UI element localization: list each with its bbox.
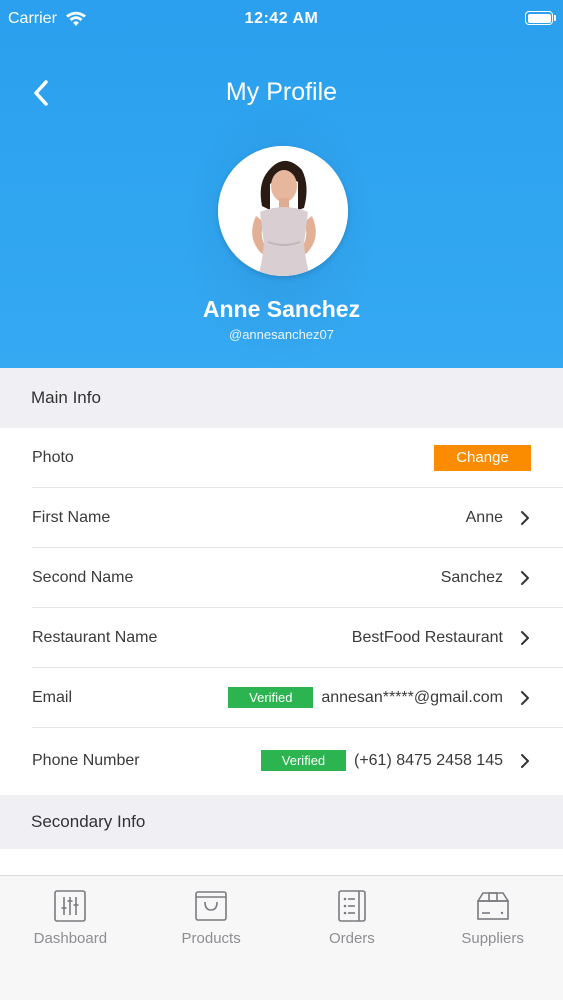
profile-name: Anne Sanchez [202, 296, 361, 322]
chevron-right-icon [521, 753, 529, 768]
tab-label: Products [181, 930, 241, 947]
row-first-name[interactable]: First Name Anne [32, 488, 563, 548]
row-value: Sanchez [440, 568, 503, 586]
tab-label: Suppliers [461, 930, 524, 947]
status-bar: Carrier 12:42 AM [0, 0, 563, 40]
row-label: Restaurant Name [32, 628, 158, 646]
profile-header: Carrier 12:42 AM My Profile Anne Sanchez… [0, 0, 563, 368]
battery-icon [525, 11, 556, 25]
tab-label: Orders [328, 930, 375, 947]
shopping-bag-icon [195, 891, 227, 921]
section-header-secondary-info: Secondary Info [0, 795, 563, 849]
chevron-right-icon [521, 690, 529, 705]
section-title: Secondary Info [31, 812, 146, 831]
row-second-name[interactable]: Second Name Sanchez [32, 548, 563, 608]
page-title: My Profile [225, 78, 338, 106]
row-value: Anne [465, 508, 503, 526]
avatar[interactable] [218, 146, 348, 276]
tab-orders[interactable]: Orders [282, 876, 423, 1000]
section-header-main-info: Main Info [0, 368, 563, 428]
tab-dashboard[interactable]: Dashboard [0, 876, 141, 1000]
row-label: Email [32, 688, 73, 706]
row-value: BestFood Restaurant [351, 628, 503, 646]
box-icon [476, 892, 509, 920]
row-label: Photo [32, 448, 74, 466]
row-restaurant-name[interactable]: Restaurant Name BestFood Restaurant [32, 608, 563, 668]
sliders-icon [54, 890, 87, 922]
verified-badge: Verified [228, 687, 314, 708]
row-phone-number[interactable]: Phone Number Verified (+61) 8475 2458 14… [32, 728, 563, 793]
chevron-right-icon [521, 630, 529, 645]
profile-handle: @annesanchez07 [229, 327, 334, 342]
change-photo-button[interactable]: Change [434, 444, 531, 471]
secondary-info-list [0, 849, 563, 875]
tab-products[interactable]: Products [141, 876, 282, 1000]
row-photo: Photo Change [32, 428, 563, 488]
section-title: Main Info [31, 388, 101, 407]
row-label: First Name [32, 508, 111, 526]
status-time: 12:42 AM [244, 10, 319, 27]
avatar-photo [218, 146, 348, 276]
chevron-right-icon [521, 510, 529, 525]
tab-bar: Dashboard Products Orders Suppliers [0, 875, 563, 1000]
tab-label: Dashboard [33, 930, 108, 947]
tab-suppliers[interactable]: Suppliers [422, 876, 563, 1000]
row-value: (+61) 8475 2458 145 [353, 751, 503, 769]
row-label: Phone Number [32, 751, 140, 769]
verified-badge: Verified [260, 750, 346, 771]
row-value: annesan*****@gmail.com [321, 688, 503, 706]
chevron-right-icon [521, 570, 529, 585]
main-info-list: Photo Change First Name Anne Second Name… [0, 428, 563, 793]
row-label: Second Name [32, 568, 134, 586]
list-icon [338, 890, 366, 922]
row-email[interactable]: Email Verified annesan*****@gmail.com [32, 668, 563, 728]
